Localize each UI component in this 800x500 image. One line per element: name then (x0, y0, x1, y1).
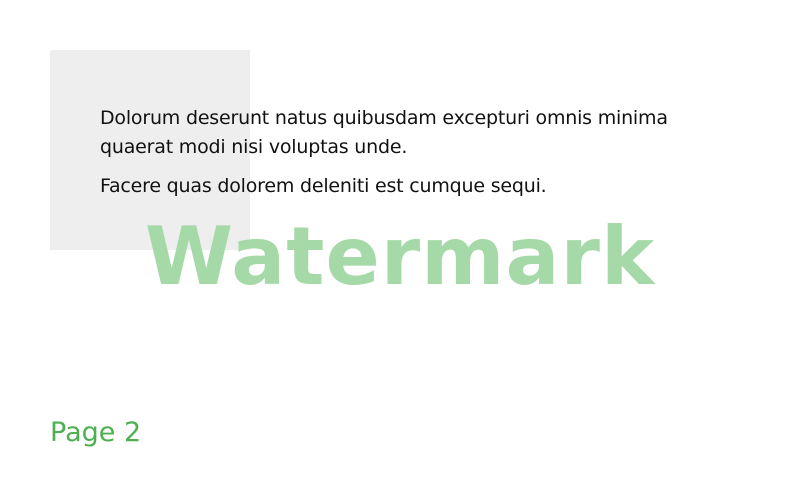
document-page: Dolorum deserunt natus quibusdam exceptu… (0, 0, 800, 500)
paragraph-2: Facere quas dolorem deleniti est cumque … (100, 175, 547, 197)
paragraph-1: Dolorum deserunt natus quibusdam exceptu… (100, 107, 668, 158)
page-number: Page 2 (50, 417, 142, 448)
document-body: Dolorum deserunt natus quibusdam exceptu… (100, 104, 720, 211)
